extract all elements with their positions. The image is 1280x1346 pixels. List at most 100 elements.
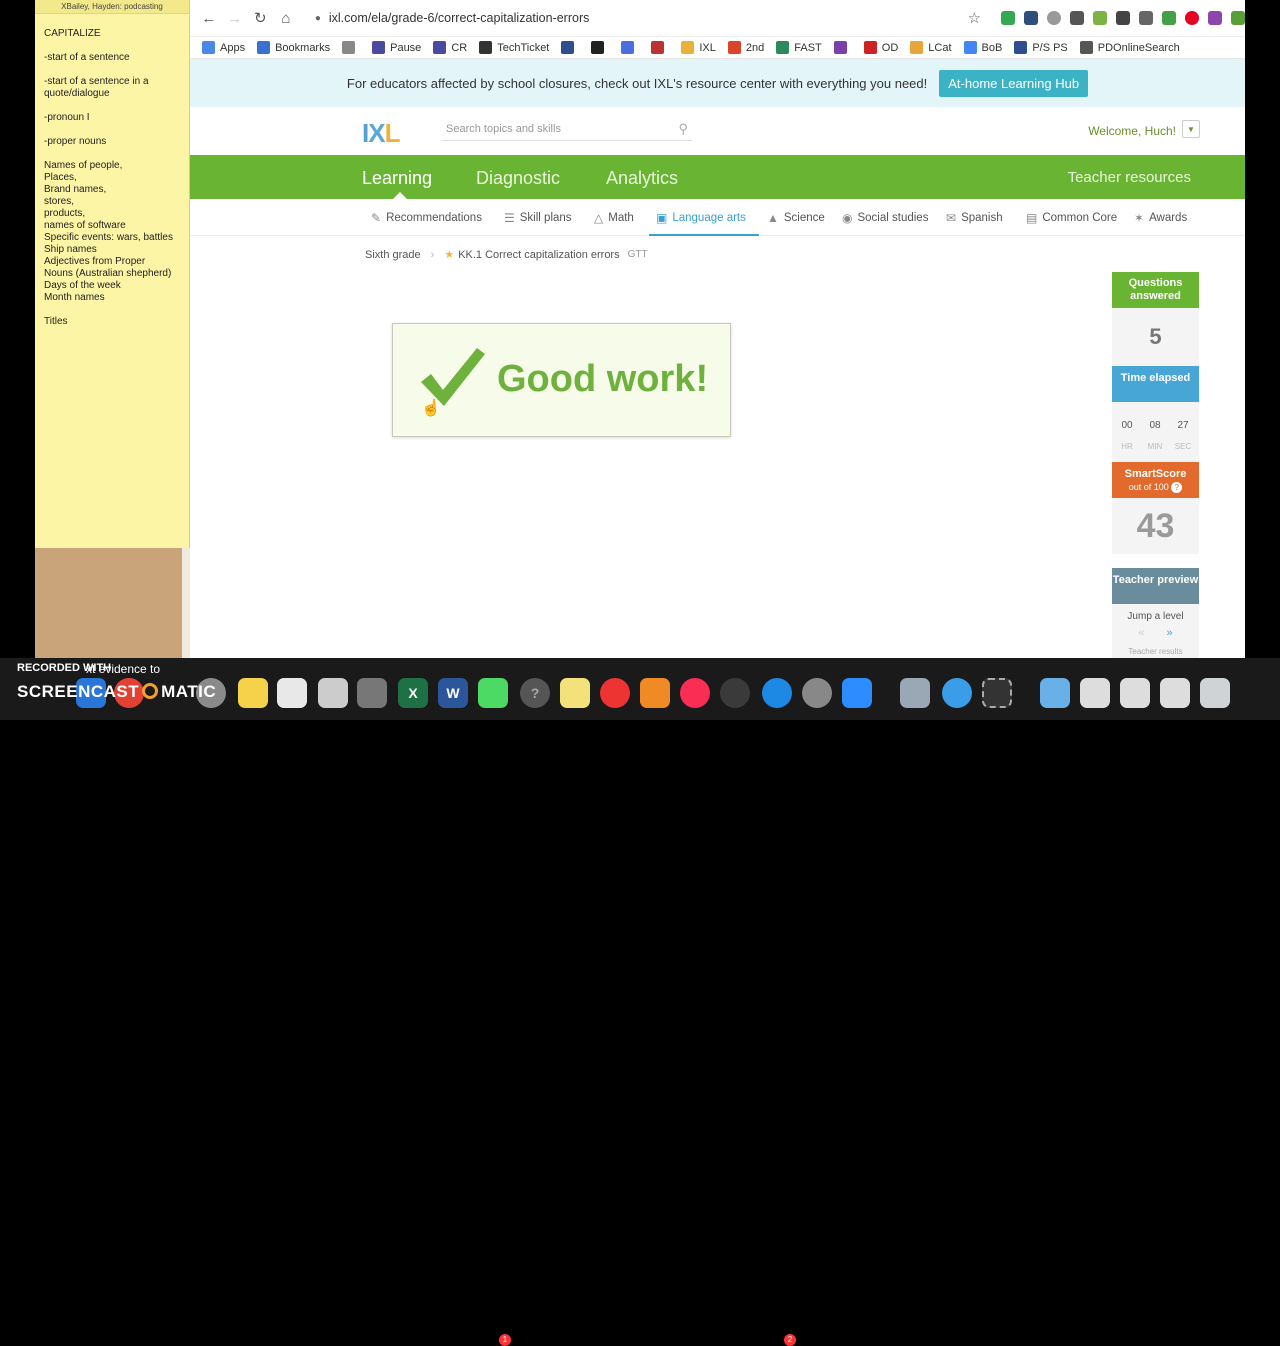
- bookmark-item[interactable]: FAST: [776, 41, 822, 54]
- no-entry-icon[interactable]: [600, 678, 630, 708]
- folder-icon[interactable]: [1040, 678, 1070, 708]
- tab-recommendations[interactable]: ✎ Recommendations: [371, 211, 482, 225]
- quicktime-icon[interactable]: [720, 678, 750, 708]
- tab-label: Spanish: [961, 212, 1003, 224]
- bulb-ext-icon[interactable]: [1047, 11, 1062, 25]
- ixl-logo[interactable]: IXL: [362, 118, 400, 149]
- system-preferences-icon[interactable]: [802, 678, 832, 708]
- teacher-resources-link[interactable]: Teacher resources: [1068, 169, 1191, 186]
- screenshot-selection-icon[interactable]: [982, 678, 1012, 708]
- tab-math[interactable]: △ Math: [594, 211, 634, 225]
- classroom-ext-icon[interactable]: [1162, 11, 1177, 25]
- zoom-icon[interactable]: [842, 678, 872, 708]
- books-icon[interactable]: [640, 678, 670, 708]
- tab-common-core[interactable]: ▤ Common Core: [1026, 211, 1117, 225]
- watermark-text: MATIC: [161, 682, 217, 701]
- bookmark-item[interactable]: P/S PS: [1014, 41, 1068, 54]
- tab-spanish[interactable]: ✉ Spanish: [946, 211, 1003, 225]
- jump-back-icon[interactable]: «: [1138, 627, 1144, 639]
- bookmark-item[interactable]: [591, 41, 609, 54]
- bookmark-item[interactable]: TechTicket: [479, 41, 549, 54]
- bookmark-item[interactable]: IXL: [681, 41, 716, 54]
- tab-awards[interactable]: ✶ Awards: [1134, 211, 1187, 225]
- award-icon: ✶: [1134, 211, 1145, 225]
- breadcrumb-grade[interactable]: Sixth grade: [365, 249, 421, 261]
- music-icon[interactable]: [680, 678, 710, 708]
- reminders-icon[interactable]: [277, 678, 307, 708]
- word-icon[interactable]: W: [438, 678, 468, 708]
- reload-icon[interactable]: ↻: [247, 9, 273, 27]
- sticky-line: -proper nouns: [44, 136, 107, 147]
- document-stack-icon[interactable]: [1160, 678, 1190, 708]
- tab-social-studies[interactable]: ◉ Social studies: [842, 211, 928, 225]
- teacher-preview-box: Jump a level «» Teacher results: [1112, 604, 1199, 658]
- search-icon[interactable]: ⚲: [678, 121, 688, 137]
- bird-ext-icon[interactable]: [1139, 11, 1154, 25]
- document-stack-icon[interactable]: [1080, 678, 1110, 708]
- bookmark-item[interactable]: LCat: [910, 41, 952, 54]
- tab-language-arts[interactable]: ▣ Language arts: [656, 211, 746, 225]
- browser-toolbar: ← → ↻ ⌂ ● ixl.com/ela/grade-6/correct-ca…: [190, 0, 1245, 37]
- bookmark-item[interactable]: [561, 41, 579, 54]
- teacher-results-link[interactable]: Teacher results: [1112, 647, 1199, 656]
- bookmark-star-icon[interactable]: ☆: [968, 9, 981, 27]
- forward-icon[interactable]: →: [222, 10, 248, 27]
- tab-skill-plans[interactable]: ☰ Skill plans: [504, 211, 572, 225]
- bookmark-label: 2nd: [745, 41, 765, 54]
- help-icon[interactable]: ?: [1171, 482, 1183, 493]
- sticky-line: Places,: [44, 172, 77, 183]
- bookmark-item[interactable]: Apps: [202, 41, 245, 54]
- bookmark-item[interactable]: Pause: [372, 41, 421, 54]
- bookmark-item[interactable]: [651, 41, 669, 54]
- welcome-text[interactable]: Welcome, Huch!: [1088, 124, 1176, 138]
- bookmark-item[interactable]: [621, 41, 639, 54]
- jump-forward-icon[interactable]: »: [1167, 627, 1173, 639]
- leaf-ext-icon[interactable]: [1093, 11, 1108, 25]
- sticky-body[interactable]: CAPITALIZE -start of a sentence -start of…: [35, 14, 189, 328]
- screencast-ext-icon[interactable]: [1231, 11, 1245, 25]
- bookmark-item[interactable]: [833, 41, 852, 54]
- puzzle-ext-icon[interactable]: [1208, 11, 1223, 25]
- shield-ext-icon[interactable]: [1116, 11, 1131, 25]
- tab-science[interactable]: ▲ Science: [767, 211, 825, 225]
- pinterest-icon[interactable]: [1185, 11, 1200, 25]
- bookmark-item[interactable]: 2nd: [727, 41, 765, 54]
- bookmark-item[interactable]: CR: [433, 41, 467, 54]
- home-icon[interactable]: ⌂: [273, 10, 299, 27]
- preview-icon[interactable]: [900, 678, 930, 708]
- bookmark-item[interactable]: BoB: [963, 41, 1002, 54]
- excel-icon[interactable]: X: [398, 678, 428, 708]
- drive-icon[interactable]: [1001, 11, 1016, 25]
- bookmark-icon: [372, 41, 386, 54]
- address-bar[interactable]: ● ixl.com/ela/grade-6/correct-capitaliza…: [315, 5, 981, 31]
- screenshot-icon[interactable]: [318, 678, 348, 708]
- at-home-learning-hub-button[interactable]: At-home Learning Hub: [939, 69, 1089, 97]
- search-input[interactable]: Search topics and skills ⚲: [442, 117, 692, 141]
- sticky-heading: CAPITALIZE: [44, 28, 101, 39]
- back-icon[interactable]: ←: [196, 10, 222, 27]
- bookmark-item[interactable]: OD: [863, 41, 899, 54]
- document-stack-icon[interactable]: [1120, 678, 1150, 708]
- download-ext-icon[interactable]: [1024, 11, 1039, 25]
- messages-icon[interactable]: [478, 678, 508, 708]
- sticky-title: XBailey, Hayden: podcasting: [35, 0, 189, 14]
- screen-ext-icon[interactable]: [1070, 11, 1085, 25]
- tab-analytics[interactable]: Analytics: [606, 168, 678, 189]
- bookmark-item[interactable]: PDOnlineSearch: [1079, 41, 1180, 54]
- appstore-icon[interactable]: [762, 678, 792, 708]
- tab-learning[interactable]: Learning: [362, 168, 432, 189]
- sticky-note[interactable]: XBailey, Hayden: podcasting CAPITALIZE -…: [35, 0, 190, 548]
- bookmark-label: OD: [881, 41, 899, 54]
- notes-icon[interactable]: [238, 678, 268, 708]
- bookmark-item[interactable]: Bookmarks: [257, 41, 330, 54]
- trash-icon[interactable]: [1200, 678, 1230, 708]
- bookmark-item[interactable]: [342, 41, 360, 54]
- chevron-down-icon[interactable]: ▼: [1182, 120, 1200, 138]
- help-icon[interactable]: ?: [520, 678, 550, 708]
- stickies-icon[interactable]: [560, 678, 590, 708]
- bookmark-icon: [257, 41, 271, 54]
- calculator-icon[interactable]: [357, 678, 387, 708]
- chat-icon[interactable]: [942, 678, 972, 708]
- tab-diagnostic[interactable]: Diagnostic: [476, 168, 560, 189]
- breadcrumb-skill: KK.1 Correct capitalization errors: [458, 248, 620, 261]
